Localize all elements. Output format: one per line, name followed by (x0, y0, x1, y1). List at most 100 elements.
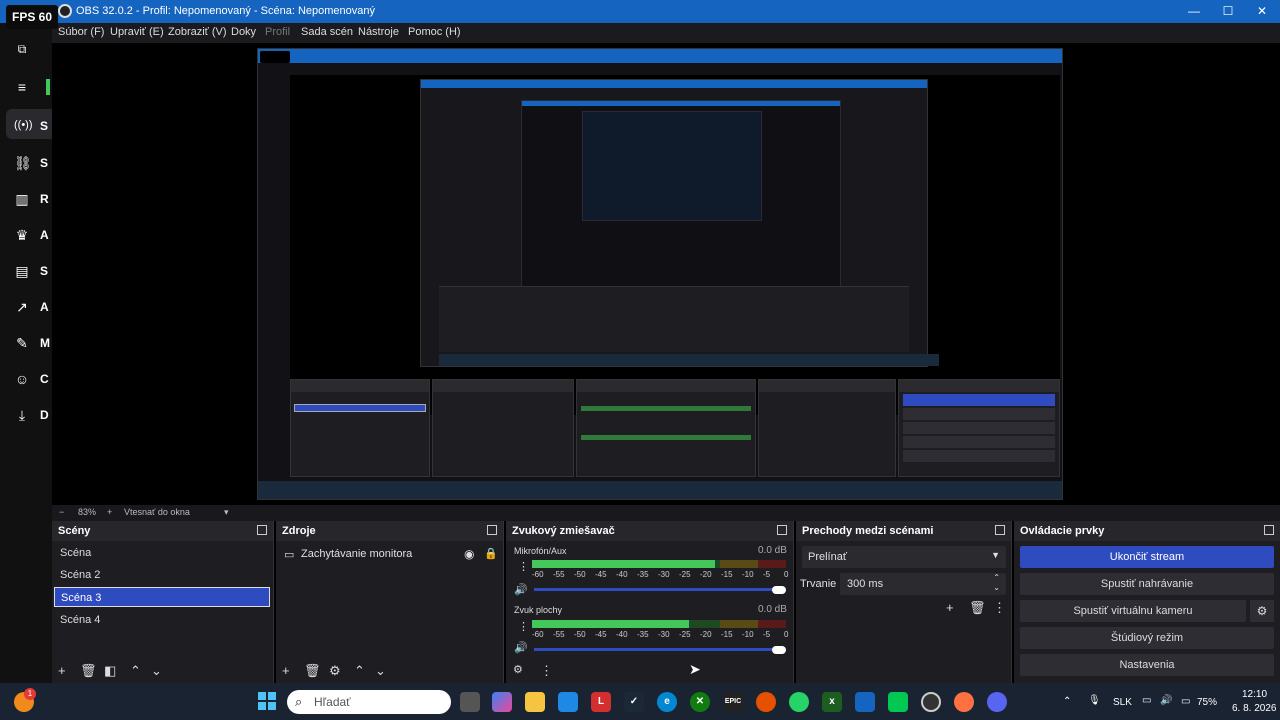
store-icon[interactable] (558, 692, 578, 712)
trash-icon[interactable]: 🗑 (969, 600, 986, 616)
stream-icon: ((•)) (14, 119, 33, 131)
microphone-icon[interactable]: 🎙 (1088, 695, 1101, 706)
chevron-down-icon[interactable]: ⌄ (993, 583, 1000, 592)
undock-icon[interactable] (1264, 525, 1274, 535)
source-item[interactable]: Zachytávanie monitora (301, 548, 412, 560)
volume-slider-handle[interactable] (772, 646, 786, 654)
people-icon[interactable]: ☺ (14, 371, 30, 387)
hamburger-icon[interactable]: ≡ (14, 79, 30, 95)
move-up-icon[interactable]: ⌃ (354, 663, 365, 679)
menu-edit[interactable]: Upraviť (E) (110, 26, 164, 38)
chart-icon[interactable]: ▥ (14, 191, 30, 207)
menu-file[interactable]: Súbor (F) (58, 26, 104, 38)
battery-icon[interactable]: ▭ (1181, 696, 1190, 707)
start-virtual-camera-button[interactable]: Spustiť virtuálnu kameru (1020, 600, 1246, 622)
layout-icon[interactable]: ▤ (14, 263, 30, 279)
undock-icon[interactable] (995, 525, 1005, 535)
firefox-icon[interactable] (756, 692, 776, 712)
move-down-icon[interactable]: ⌄ (375, 663, 386, 679)
chevron-up-icon[interactable]: ⌃ (1063, 696, 1071, 707)
analytics-icon[interactable]: ↗ (14, 299, 30, 315)
discord-icon[interactable] (987, 692, 1007, 712)
firefox-dev-icon[interactable] (954, 692, 974, 712)
maximize-button[interactable]: ☐ (1210, 0, 1246, 23)
stop-stream-button[interactable]: Ukončiť stream (1020, 546, 1274, 568)
minimize-button[interactable]: — (1176, 0, 1212, 23)
chevron-down-icon[interactable]: ▾ (224, 507, 229, 518)
menu-profile[interactable]: Profil (265, 26, 290, 38)
shield-icon[interactable] (855, 692, 875, 712)
speaker-icon[interactable]: 🔊 (514, 641, 528, 654)
xbox-icon[interactable]: ✕ (690, 692, 710, 712)
scene-item[interactable]: Scéna 2 (54, 565, 270, 585)
menu-docks[interactable]: Doky (231, 26, 256, 38)
trash-icon[interactable]: 🗑 (80, 663, 97, 679)
app-l-icon[interactable]: L (591, 692, 611, 712)
meter-tick-label: -20 (700, 630, 712, 639)
whatsapp-icon[interactable] (789, 692, 809, 712)
clock-time[interactable]: 12:10 (1242, 689, 1267, 700)
filter-icon[interactable]: ◧ (104, 663, 116, 679)
close-button[interactable]: ✕ (1244, 0, 1280, 23)
menu-view[interactable]: Zobraziť (V) (168, 26, 227, 38)
clock-date[interactable]: 6. 8. 2026 (1232, 703, 1276, 714)
trophy-icon[interactable]: ♛ (14, 227, 30, 243)
preview-canvas[interactable] (52, 43, 1280, 505)
steam-icon[interactable]: ✓ (624, 692, 644, 712)
lock-icon[interactable]: 🔒 (484, 547, 498, 560)
mixer-settings-icon[interactable]: ⚙ (513, 663, 523, 676)
wrench-icon[interactable]: ✎ (14, 335, 30, 351)
undock-icon[interactable] (487, 525, 497, 535)
settings-button[interactable]: Nastavenia (1020, 654, 1274, 676)
more-options-icon[interactable]: ⋮ (993, 600, 1006, 616)
gear-icon[interactable]: ⚙ (329, 663, 341, 679)
move-up-icon[interactable]: ⌃ (130, 663, 141, 679)
epic-games-icon[interactable]: EPIC (723, 692, 743, 712)
speaker-icon[interactable]: 🔊 (514, 583, 528, 596)
volume-icon[interactable]: 🔊 (1160, 695, 1172, 706)
duration-spinbox[interactable]: 300 ms ⌃ ⌄ (840, 573, 1006, 595)
windows-start-icon[interactable] (258, 692, 276, 710)
network-icon[interactable]: ▭ (1142, 695, 1151, 706)
volume-slider[interactable] (534, 588, 778, 591)
language-indicator[interactable]: SLK (1113, 697, 1132, 708)
volume-slider-handle[interactable] (772, 586, 786, 594)
more-options-icon[interactable]: ⋮ (518, 560, 529, 573)
menu-help[interactable]: Pomoc (H) (408, 26, 461, 38)
trash-icon[interactable]: 🗑 (304, 663, 321, 679)
zoom-in-button[interactable]: + (107, 507, 112, 517)
add-icon[interactable]: + (282, 663, 290, 678)
scene-item[interactable]: Scéna (54, 543, 270, 563)
menu-scene-collection[interactable]: Sada scén (301, 26, 353, 38)
undock-icon[interactable] (257, 525, 267, 535)
copilot-icon[interactable] (492, 692, 512, 712)
studio-mode-button[interactable]: Štúdiový režim (1020, 627, 1274, 649)
add-icon[interactable]: + (946, 600, 954, 615)
task-view-icon[interactable] (460, 692, 480, 712)
window-switch-icon[interactable]: ⧉ (14, 41, 30, 57)
scene-item-selected[interactable]: Scéna 3 (54, 587, 270, 607)
transition-select[interactable]: Prelínať ▼ (802, 546, 1006, 568)
excel-icon[interactable]: x (822, 692, 842, 712)
start-recording-button[interactable]: Spustiť nahrávanie (1020, 573, 1274, 595)
link-icon[interactable]: ⛓ (14, 155, 32, 171)
menu-tools[interactable]: Nástroje (358, 26, 399, 38)
move-down-icon[interactable]: ⌄ (151, 663, 162, 679)
add-icon[interactable]: + (58, 663, 66, 678)
obs-icon[interactable] (921, 692, 941, 712)
file-explorer-icon[interactable] (525, 692, 545, 712)
download-icon[interactable]: ⤓ (14, 407, 30, 423)
more-options-icon[interactable]: ⋮ (540, 663, 553, 679)
app-green-icon[interactable] (888, 692, 908, 712)
more-options-icon[interactable]: ⋮ (518, 620, 529, 633)
undock-icon[interactable] (777, 525, 787, 535)
fit-to-window[interactable]: Vtesnať do okna (124, 507, 190, 517)
gear-icon[interactable]: ⚙ (1250, 600, 1274, 622)
zoom-out-button[interactable]: − (59, 507, 64, 517)
scene-item[interactable]: Scéna 4 (54, 610, 270, 630)
taskbar-search[interactable]: ⌕ Hľadať (287, 690, 451, 714)
eye-icon[interactable]: ◉ (464, 547, 474, 561)
chevron-up-icon[interactable]: ⌃ (993, 573, 1000, 582)
volume-slider[interactable] (534, 648, 778, 651)
edge-icon[interactable]: e (657, 692, 677, 712)
